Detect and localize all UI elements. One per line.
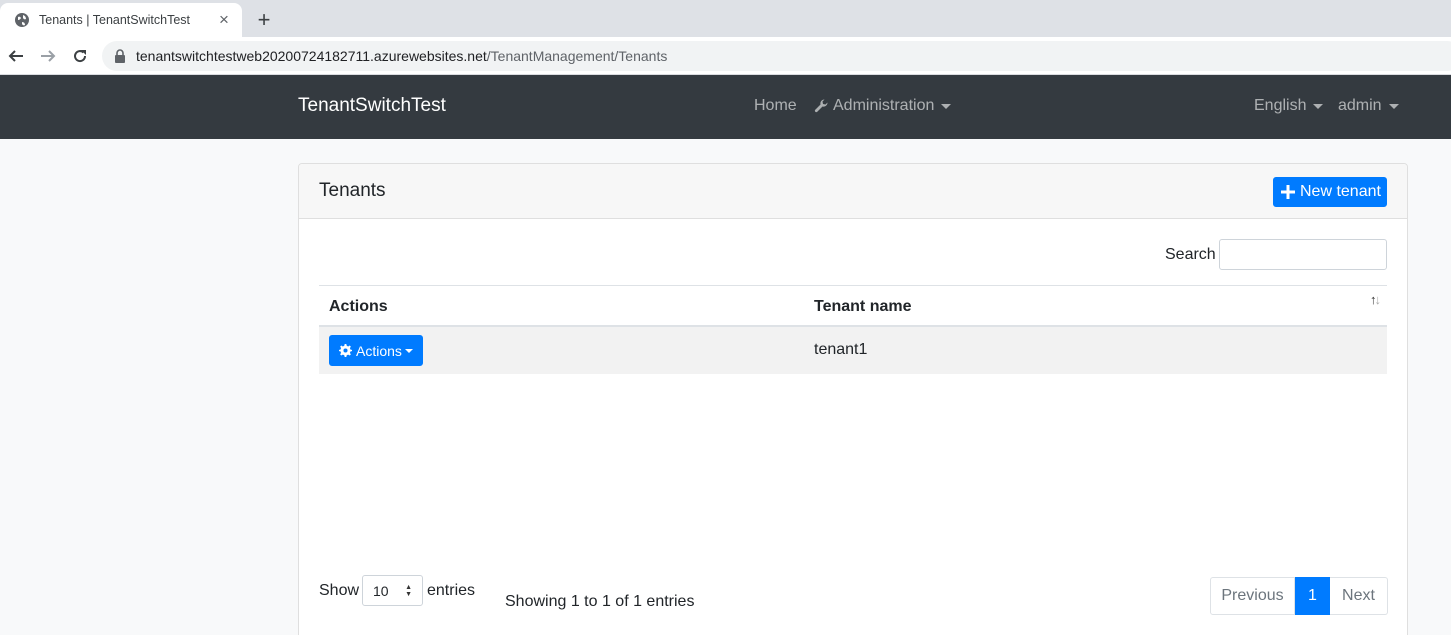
new-tab-button[interactable]: + — [252, 8, 276, 32]
tenants-card: Tenants New tenant Search Actions Tenant… — [298, 163, 1408, 635]
table-row: Actions tenant1 — [319, 327, 1387, 374]
previous-page-button[interactable]: Previous — [1210, 577, 1295, 615]
sort-icon[interactable]: ↑↓ — [1370, 292, 1381, 307]
new-tenant-label: New tenant — [1300, 183, 1381, 200]
chevron-down-icon — [404, 348, 413, 353]
gear-icon — [339, 344, 352, 357]
lock-icon — [114, 49, 126, 63]
browser-tabstrip: Tenants | TenantSwitchTest × + — [0, 0, 1451, 37]
url-host: tenantswitchtestweb20200724182711.azurew… — [136, 48, 487, 64]
nav-administration-label: Administration — [833, 97, 935, 114]
close-tab-icon[interactable]: × — [216, 11, 232, 28]
plus-icon — [1281, 185, 1295, 199]
search-input[interactable] — [1219, 239, 1387, 270]
search-label: Search — [1165, 246, 1216, 263]
browser-tab[interactable]: Tenants | TenantSwitchTest × — [0, 3, 242, 37]
page-title: Tenants — [319, 180, 386, 201]
card-header: Tenants New tenant — [299, 164, 1407, 219]
table-header: Actions Tenant name ↑↓ — [319, 285, 1387, 327]
tenant-name-cell: tenant1 — [814, 341, 868, 358]
next-page-button[interactable]: Next — [1330, 577, 1388, 615]
row-actions-label: Actions — [356, 342, 402, 359]
reload-icon[interactable] — [68, 44, 92, 68]
address-bar[interactable]: tenantswitchtestweb20200724182711.azurew… — [102, 41, 1451, 71]
new-tenant-button[interactable]: New tenant — [1273, 177, 1387, 207]
browser-toolbar: tenantswitchtestweb20200724182711.azurew… — [0, 37, 1451, 75]
nav-administration-dropdown[interactable]: Administration — [813, 97, 952, 115]
chevron-down-icon — [1388, 103, 1399, 109]
nav-home-link[interactable]: Home — [754, 97, 797, 115]
nav-home-label: Home — [754, 97, 797, 114]
forward-arrow-icon[interactable] — [36, 44, 60, 68]
row-actions-button[interactable]: Actions — [329, 335, 423, 366]
user-dropdown[interactable]: admin — [1338, 97, 1399, 115]
brand-link[interactable]: TenantSwitchTest — [298, 95, 446, 117]
globe-icon — [14, 12, 30, 28]
chevron-down-icon — [941, 103, 952, 109]
chevron-down-icon — [1313, 103, 1324, 109]
user-label: admin — [1338, 97, 1382, 114]
app-navbar: TenantSwitchTest Home Administration Eng… — [0, 75, 1451, 139]
wrench-icon — [813, 98, 829, 114]
select-arrows-icon: ▲ ▼ — [405, 584, 412, 598]
column-header-tenant-name[interactable]: Tenant name — [814, 298, 912, 316]
page-1-button[interactable]: 1 — [1295, 577, 1330, 615]
language-dropdown[interactable]: English — [1254, 97, 1324, 115]
tenants-table: Actions Tenant name ↑↓ Actions tenant1 — [319, 285, 1387, 374]
entries-label: entries — [427, 582, 476, 599]
show-label: Show — [319, 582, 360, 599]
tab-title: Tenants | TenantSwitchTest — [39, 13, 191, 27]
pagination: Previous 1 Next — [1210, 577, 1388, 615]
table-info: Showing 1 to 1 of 1 entries — [505, 593, 695, 610]
column-header-actions: Actions — [329, 298, 388, 315]
language-label: English — [1254, 97, 1307, 114]
back-arrow-icon[interactable] — [4, 44, 28, 68]
url-path: /TenantManagement/Tenants — [486, 48, 668, 64]
url-text: tenantswitchtestweb20200724182711.azurew… — [136, 48, 667, 64]
page-length-select[interactable]: 10 ▲ ▼ — [362, 575, 423, 606]
page-length-value: 10 — [373, 582, 389, 599]
